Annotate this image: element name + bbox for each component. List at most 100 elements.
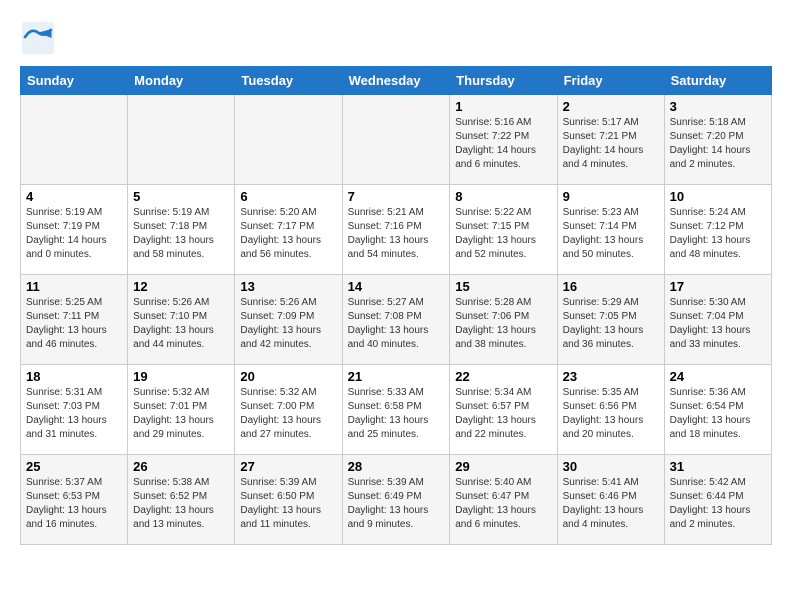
day-number: 19 bbox=[133, 369, 229, 384]
day-cell-22: 22 Sunrise: 5:34 AM Sunset: 6:57 PM Dayli… bbox=[450, 365, 557, 455]
day-cell-18: 18 Sunrise: 5:31 AM Sunset: 7:03 PM Dayli… bbox=[21, 365, 128, 455]
day-cell-29: 29 Sunrise: 5:40 AM Sunset: 6:47 PM Dayli… bbox=[450, 455, 557, 545]
day-cell-16: 16 Sunrise: 5:29 AM Sunset: 7:05 PM Dayli… bbox=[557, 275, 664, 365]
day-info: Sunrise: 5:39 AM Sunset: 6:50 PM Dayligh… bbox=[240, 476, 336, 532]
day-number: 11 bbox=[26, 279, 122, 294]
weekday-header-row: SundayMondayTuesdayWednesdayThursdayFrid… bbox=[21, 67, 772, 95]
weekday-header-monday: Monday bbox=[128, 67, 235, 95]
day-info: Sunrise: 5:34 AM Sunset: 6:57 PM Dayligh… bbox=[455, 386, 551, 442]
day-cell-14: 14Sunrise: 5:27 AM Sunset: 7:08 PM Dayli… bbox=[342, 275, 450, 365]
day-number: 3 bbox=[670, 99, 766, 114]
day-info: Sunrise: 5:23 AM Sunset: 7:14 PM Dayligh… bbox=[563, 206, 659, 262]
day-cell-25: 25 Sunrise: 5:37 AM Sunset: 6:53 PM Dayli… bbox=[21, 455, 128, 545]
weekday-header-friday: Friday bbox=[557, 67, 664, 95]
day-info: Sunrise: 5:26 AM Sunset: 7:09 PM Dayligh… bbox=[240, 296, 336, 352]
day-info: Sunrise: 5:22 AM Sunset: 7:15 PM Dayligh… bbox=[455, 206, 551, 262]
day-info: Sunrise: 5:28 AM Sunset: 7:06 PM Dayligh… bbox=[455, 296, 551, 352]
day-info: Sunrise: 5:40 AM Sunset: 6:47 PM Dayligh… bbox=[455, 476, 551, 532]
day-cell-3: 3 Sunrise: 5:18 AM Sunset: 7:20 PM Daylig… bbox=[664, 95, 771, 185]
day-cell-empty bbox=[235, 95, 342, 185]
day-number: 12 bbox=[133, 279, 229, 294]
day-number: 9 bbox=[563, 189, 659, 204]
day-info: Sunrise: 5:26 AM Sunset: 7:10 PM Dayligh… bbox=[133, 296, 229, 352]
day-cell-9: 9 Sunrise: 5:23 AM Sunset: 7:14 PM Daylig… bbox=[557, 185, 664, 275]
day-cell-8: 8 Sunrise: 5:22 AM Sunset: 7:15 PM Daylig… bbox=[450, 185, 557, 275]
day-info: Sunrise: 5:20 AM Sunset: 7:17 PM Dayligh… bbox=[240, 206, 336, 262]
day-cell-26: 26 Sunrise: 5:38 AM Sunset: 6:52 PM Dayli… bbox=[128, 455, 235, 545]
day-info: Sunrise: 5:32 AM Sunset: 7:00 PM Dayligh… bbox=[240, 386, 336, 442]
weekday-header-sunday: Sunday bbox=[21, 67, 128, 95]
day-number: 7 bbox=[348, 189, 445, 204]
day-cell-17: 17 Sunrise: 5:30 AM Sunset: 7:04 PM Dayli… bbox=[664, 275, 771, 365]
weekday-header-tuesday: Tuesday bbox=[235, 67, 342, 95]
day-number: 24 bbox=[670, 369, 766, 384]
day-number: 28 bbox=[348, 459, 445, 474]
day-info: Sunrise: 5:24 AM Sunset: 7:12 PM Dayligh… bbox=[670, 206, 766, 262]
weekday-header-thursday: Thursday bbox=[450, 67, 557, 95]
logo-icon bbox=[20, 20, 56, 56]
day-cell-19: 19 Sunrise: 5:32 AM Sunset: 7:01 PM Dayli… bbox=[128, 365, 235, 455]
day-cell-4: 4 Sunrise: 5:19 AM Sunset: 7:19 PM Daylig… bbox=[21, 185, 128, 275]
day-cell-13: 13 Sunrise: 5:26 AM Sunset: 7:09 PM Dayli… bbox=[235, 275, 342, 365]
day-info: Sunrise: 5:33 AM Sunset: 6:58 PM Dayligh… bbox=[348, 386, 445, 442]
day-info: Sunrise: 5:31 AM Sunset: 7:03 PM Dayligh… bbox=[26, 386, 122, 442]
day-number: 29 bbox=[455, 459, 551, 474]
day-cell-31: 31Sunrise: 5:42 AM Sunset: 6:44 PM Dayli… bbox=[664, 455, 771, 545]
day-cell-20: 20 Sunrise: 5:32 AM Sunset: 7:00 PM Dayli… bbox=[235, 365, 342, 455]
day-number: 18 bbox=[26, 369, 122, 384]
week-row-2: 4 Sunrise: 5:19 AM Sunset: 7:19 PM Daylig… bbox=[21, 185, 772, 275]
day-number: 1 bbox=[455, 99, 551, 114]
day-number: 26 bbox=[133, 459, 229, 474]
day-cell-12: 12 Sunrise: 5:26 AM Sunset: 7:10 PM Dayli… bbox=[128, 275, 235, 365]
day-info: Sunrise: 5:19 AM Sunset: 7:18 PM Dayligh… bbox=[133, 206, 229, 262]
day-cell-1: 1 Sunrise: 5:16 AM Sunset: 7:22 PM Daylig… bbox=[450, 95, 557, 185]
day-number: 17 bbox=[670, 279, 766, 294]
day-info: Sunrise: 5:30 AM Sunset: 7:04 PM Dayligh… bbox=[670, 296, 766, 352]
day-cell-7: 7 Sunrise: 5:21 AM Sunset: 7:16 PM Daylig… bbox=[342, 185, 450, 275]
day-info: Sunrise: 5:37 AM Sunset: 6:53 PM Dayligh… bbox=[26, 476, 122, 532]
day-cell-28: 28Sunrise: 5:39 AM Sunset: 6:49 PM Dayli… bbox=[342, 455, 450, 545]
day-info: Sunrise: 5:25 AM Sunset: 7:11 PM Dayligh… bbox=[26, 296, 122, 352]
day-cell-5: 5 Sunrise: 5:19 AM Sunset: 7:18 PM Daylig… bbox=[128, 185, 235, 275]
day-info: Sunrise: 5:16 AM Sunset: 7:22 PM Dayligh… bbox=[455, 116, 551, 172]
day-number: 27 bbox=[240, 459, 336, 474]
day-number: 16 bbox=[563, 279, 659, 294]
header bbox=[20, 20, 772, 56]
weekday-header-wednesday: Wednesday bbox=[342, 67, 450, 95]
day-number: 21 bbox=[348, 369, 445, 384]
day-info: Sunrise: 5:18 AM Sunset: 7:20 PM Dayligh… bbox=[670, 116, 766, 172]
day-info: Sunrise: 5:32 AM Sunset: 7:01 PM Dayligh… bbox=[133, 386, 229, 442]
day-cell-2: 2Sunrise: 5:17 AM Sunset: 7:21 PM Daylig… bbox=[557, 95, 664, 185]
day-number: 8 bbox=[455, 189, 551, 204]
day-cell-11: 11 Sunrise: 5:25 AM Sunset: 7:11 PM Dayli… bbox=[21, 275, 128, 365]
day-info: Sunrise: 5:36 AM Sunset: 6:54 PM Dayligh… bbox=[670, 386, 766, 442]
day-info: Sunrise: 5:41 AM Sunset: 6:46 PM Dayligh… bbox=[563, 476, 659, 532]
day-number: 31 bbox=[670, 459, 766, 474]
day-number: 5 bbox=[133, 189, 229, 204]
day-number: 15 bbox=[455, 279, 551, 294]
day-cell-23: 23Sunrise: 5:35 AM Sunset: 6:56 PM Dayli… bbox=[557, 365, 664, 455]
logo bbox=[20, 20, 60, 56]
day-cell-24: 24 Sunrise: 5:36 AM Sunset: 6:54 PM Dayli… bbox=[664, 365, 771, 455]
day-number: 20 bbox=[240, 369, 336, 384]
week-row-5: 25 Sunrise: 5:37 AM Sunset: 6:53 PM Dayli… bbox=[21, 455, 772, 545]
weekday-header-saturday: Saturday bbox=[664, 67, 771, 95]
day-info: Sunrise: 5:38 AM Sunset: 6:52 PM Dayligh… bbox=[133, 476, 229, 532]
day-number: 13 bbox=[240, 279, 336, 294]
week-row-3: 11 Sunrise: 5:25 AM Sunset: 7:11 PM Dayli… bbox=[21, 275, 772, 365]
day-cell-21: 21 Sunrise: 5:33 AM Sunset: 6:58 PM Dayli… bbox=[342, 365, 450, 455]
calendar: SundayMondayTuesdayWednesdayThursdayFrid… bbox=[20, 66, 772, 545]
day-cell-empty bbox=[342, 95, 450, 185]
day-info: Sunrise: 5:21 AM Sunset: 7:16 PM Dayligh… bbox=[348, 206, 445, 262]
day-number: 4 bbox=[26, 189, 122, 204]
day-info: Sunrise: 5:19 AM Sunset: 7:19 PM Dayligh… bbox=[26, 206, 122, 262]
day-info: Sunrise: 5:17 AM Sunset: 7:21 PM Dayligh… bbox=[563, 116, 659, 172]
day-number: 10 bbox=[670, 189, 766, 204]
day-info: Sunrise: 5:35 AM Sunset: 6:56 PM Dayligh… bbox=[563, 386, 659, 442]
day-number: 25 bbox=[26, 459, 122, 474]
day-number: 22 bbox=[455, 369, 551, 384]
day-info: Sunrise: 5:27 AM Sunset: 7:08 PM Dayligh… bbox=[348, 296, 445, 352]
day-cell-30: 30 Sunrise: 5:41 AM Sunset: 6:46 PM Dayli… bbox=[557, 455, 664, 545]
day-number: 30 bbox=[563, 459, 659, 474]
day-info: Sunrise: 5:29 AM Sunset: 7:05 PM Dayligh… bbox=[563, 296, 659, 352]
